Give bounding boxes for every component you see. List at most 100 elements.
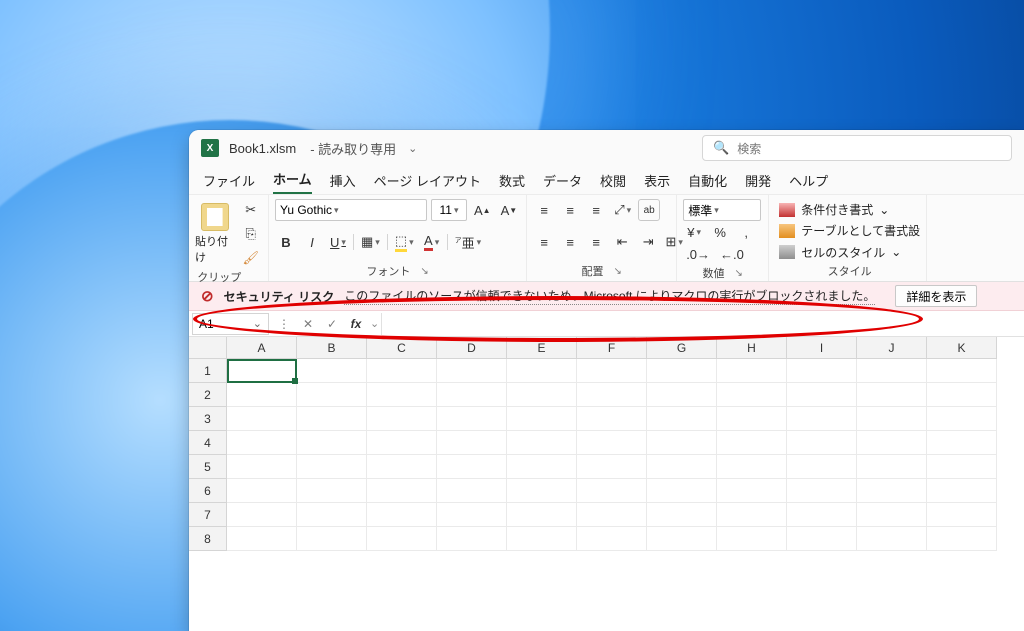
- tab-data[interactable]: データ: [543, 171, 582, 194]
- align-top-button[interactable]: ≡: [533, 199, 555, 221]
- cell[interactable]: [927, 479, 997, 503]
- cell[interactable]: [437, 455, 507, 479]
- column-header[interactable]: A: [227, 337, 297, 359]
- name-box[interactable]: A1 ⌄: [192, 313, 269, 335]
- cell[interactable]: [787, 527, 857, 551]
- formula-cancel-button[interactable]: ✕: [296, 317, 320, 331]
- tab-home[interactable]: ホーム: [273, 169, 312, 194]
- cell[interactable]: [787, 431, 857, 455]
- cell[interactable]: [297, 479, 367, 503]
- tab-review[interactable]: 校閲: [600, 171, 626, 194]
- cell[interactable]: [297, 383, 367, 407]
- cell[interactable]: [227, 503, 297, 527]
- insert-function-button[interactable]: fx: [344, 317, 368, 331]
- cell[interactable]: [577, 407, 647, 431]
- cell[interactable]: [927, 455, 997, 479]
- cell[interactable]: [507, 455, 577, 479]
- cell[interactable]: [577, 527, 647, 551]
- cell[interactable]: [577, 479, 647, 503]
- cell[interactable]: [787, 407, 857, 431]
- tab-developer[interactable]: 開発: [745, 171, 771, 194]
- row-header[interactable]: 7: [189, 503, 227, 527]
- cell[interactable]: [367, 431, 437, 455]
- cell[interactable]: [367, 383, 437, 407]
- column-header[interactable]: E: [507, 337, 577, 359]
- cell[interactable]: [297, 431, 367, 455]
- cell[interactable]: [437, 359, 507, 383]
- column-header[interactable]: J: [857, 337, 927, 359]
- cell[interactable]: [647, 383, 717, 407]
- spreadsheet-grid[interactable]: ABCDEFGHIJK 12345678: [189, 337, 1024, 631]
- formula-more-button[interactable]: ⋮: [272, 317, 296, 331]
- cell[interactable]: [507, 479, 577, 503]
- cell[interactable]: [927, 383, 997, 407]
- column-header[interactable]: B: [297, 337, 367, 359]
- cell[interactable]: [717, 407, 787, 431]
- cell[interactable]: [927, 527, 997, 551]
- cell[interactable]: [297, 407, 367, 431]
- cell[interactable]: [297, 359, 367, 383]
- cell[interactable]: [857, 503, 927, 527]
- comma-button[interactable]: ,: [735, 221, 757, 243]
- copy-button[interactable]: ⎘: [239, 223, 262, 245]
- cell[interactable]: [577, 359, 647, 383]
- tab-formulas[interactable]: 数式: [499, 171, 525, 194]
- chevron-down-icon[interactable]: ⌄: [370, 317, 379, 330]
- cell[interactable]: [717, 359, 787, 383]
- column-header[interactable]: F: [577, 337, 647, 359]
- column-header[interactable]: C: [367, 337, 437, 359]
- cell[interactable]: [437, 407, 507, 431]
- cell[interactable]: [297, 527, 367, 551]
- cell[interactable]: [717, 527, 787, 551]
- cell[interactable]: [227, 527, 297, 551]
- underline-button[interactable]: U: [327, 231, 349, 253]
- cell[interactable]: [647, 407, 717, 431]
- format-as-table-button[interactable]: テーブルとして書式設: [779, 220, 920, 241]
- cell[interactable]: [227, 383, 297, 407]
- cell[interactable]: [787, 503, 857, 527]
- cell[interactable]: [717, 479, 787, 503]
- cell[interactable]: [507, 431, 577, 455]
- security-risk-message[interactable]: このファイルのソースが信頼できないため、Microsoft によりマクロの実行が…: [344, 287, 875, 305]
- font-name-select[interactable]: Yu Gothic: [275, 199, 427, 221]
- cell[interactable]: [647, 431, 717, 455]
- cell[interactable]: [367, 407, 437, 431]
- cell[interactable]: [857, 407, 927, 431]
- cell[interactable]: [857, 431, 927, 455]
- increase-decimal-button[interactable]: .0→: [683, 243, 713, 265]
- cell[interactable]: [787, 359, 857, 383]
- orientation-button[interactable]: ⤢: [611, 199, 634, 221]
- cell[interactable]: [507, 407, 577, 431]
- align-left-button[interactable]: ≡: [533, 231, 555, 253]
- cell[interactable]: [227, 359, 297, 383]
- cell[interactable]: [437, 431, 507, 455]
- align-bottom-button[interactable]: ≡: [585, 199, 607, 221]
- cell[interactable]: [717, 431, 787, 455]
- indent-increase-button[interactable]: ⇥: [637, 231, 659, 253]
- column-headers[interactable]: ABCDEFGHIJK: [227, 337, 997, 359]
- cell[interactable]: [227, 431, 297, 455]
- tab-view[interactable]: 表示: [644, 171, 670, 194]
- row-header[interactable]: 5: [189, 455, 227, 479]
- cell[interactable]: [717, 383, 787, 407]
- column-header[interactable]: K: [927, 337, 997, 359]
- cell[interactable]: [717, 503, 787, 527]
- percent-button[interactable]: %: [709, 221, 731, 243]
- cell[interactable]: [577, 431, 647, 455]
- number-format-select[interactable]: 標準: [683, 199, 761, 221]
- decrease-font-button[interactable]: A▼: [498, 199, 521, 221]
- cell[interactable]: [647, 359, 717, 383]
- cell[interactable]: [927, 503, 997, 527]
- cell[interactable]: [577, 383, 647, 407]
- cell-area[interactable]: [227, 359, 997, 631]
- paste-button[interactable]: 貼り付け: [195, 201, 235, 267]
- italic-button[interactable]: I: [301, 231, 323, 253]
- tab-insert[interactable]: 挿入: [330, 171, 356, 194]
- indent-decrease-button[interactable]: ⇤: [611, 231, 633, 253]
- cell[interactable]: [437, 383, 507, 407]
- cell[interactable]: [857, 527, 927, 551]
- wrap-text-button[interactable]: ab: [638, 199, 660, 221]
- cell[interactable]: [927, 431, 997, 455]
- column-header[interactable]: I: [787, 337, 857, 359]
- cell[interactable]: [507, 527, 577, 551]
